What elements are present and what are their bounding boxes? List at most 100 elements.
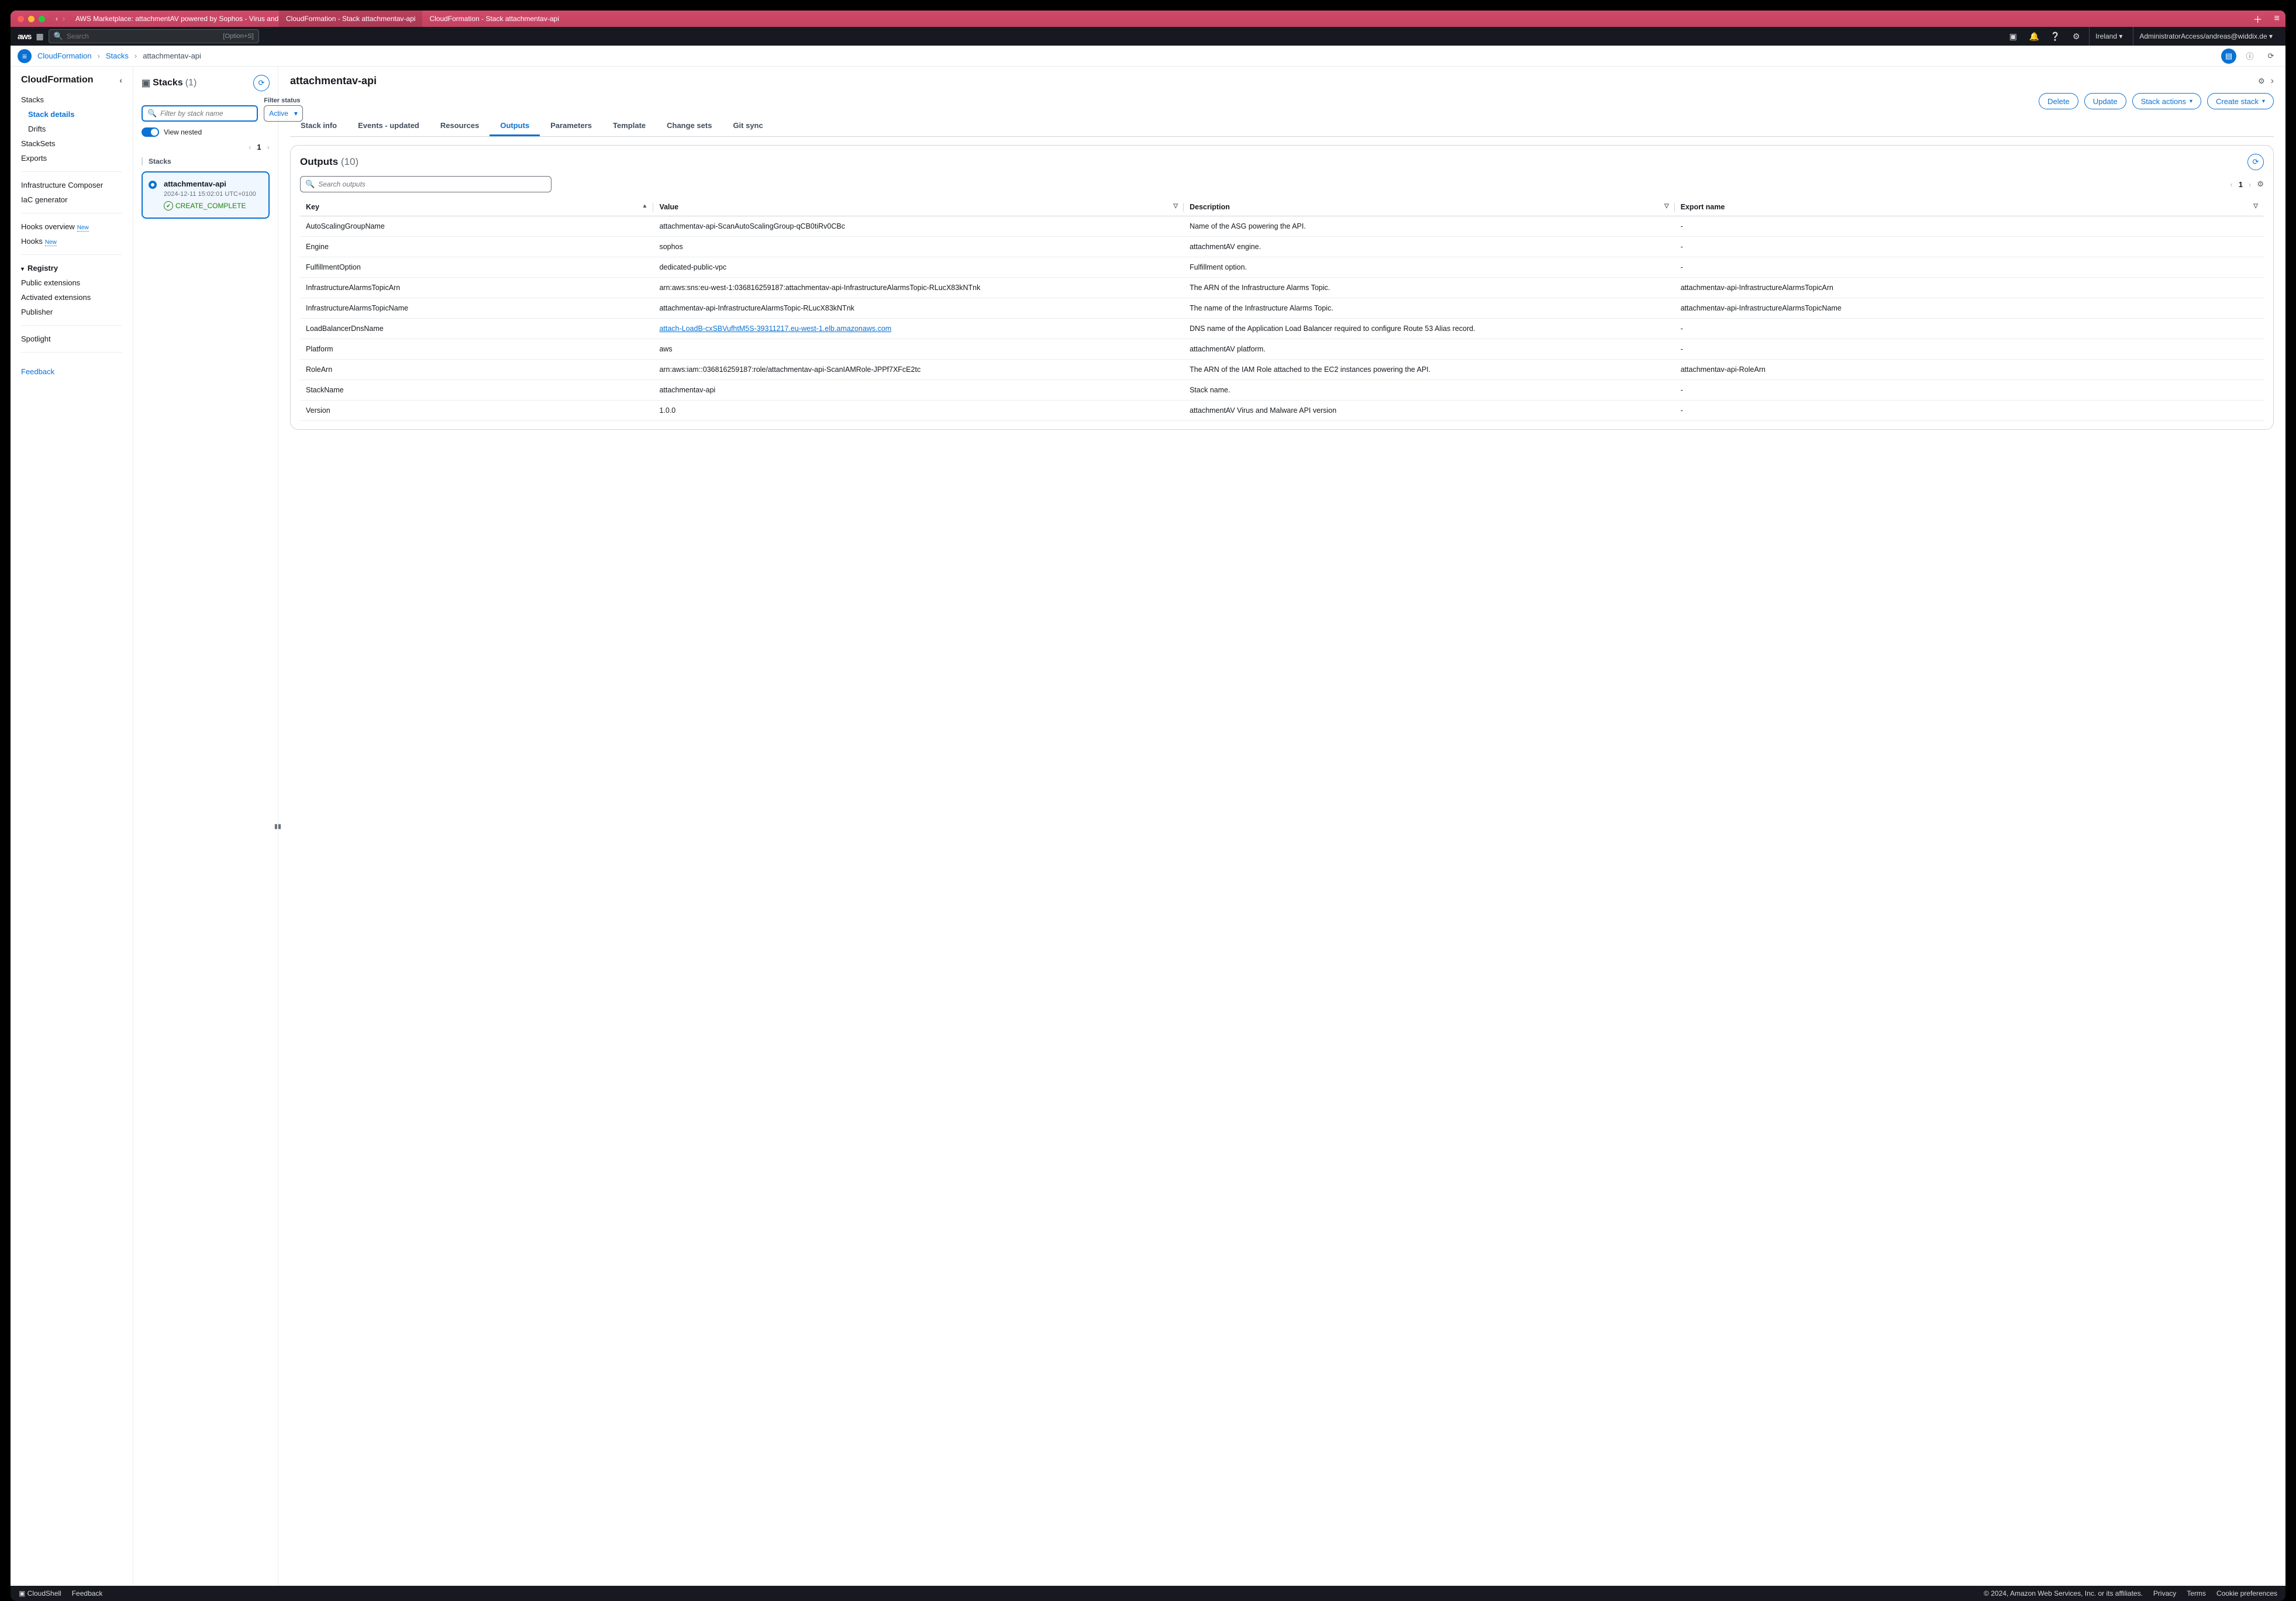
- refresh-icon[interactable]: ⟳: [2263, 51, 2278, 61]
- outputs-next-page[interactable]: ›: [2249, 180, 2251, 189]
- stack-list-item[interactable]: attachmentav-api 2024-12-11 15:02:01 UTC…: [142, 171, 270, 219]
- notifications-icon[interactable]: 🔔: [2026, 32, 2042, 42]
- refresh-button[interactable]: ⟳: [253, 75, 270, 91]
- tab-parameters[interactable]: Parameters: [540, 116, 602, 136]
- tab-git-sync[interactable]: Git sync: [722, 116, 773, 136]
- nav-publisher[interactable]: Publisher: [11, 305, 133, 319]
- aws-logo[interactable]: aws: [18, 32, 31, 41]
- next-page-button[interactable]: ›: [267, 143, 270, 151]
- global-search[interactable]: 🔍 [Option+S]: [49, 29, 259, 43]
- nav-exports[interactable]: Exports: [11, 151, 133, 165]
- collapse-nav-icon[interactable]: ‹: [119, 75, 122, 85]
- nav-hooks[interactable]: HooksNew: [11, 234, 133, 249]
- cell-value: arn:aws:iam::036816259187:role/attachmen…: [653, 360, 1184, 380]
- new-tab-button[interactable]: ＋: [2247, 12, 2269, 26]
- aws-top-nav: aws ▦ 🔍 [Option+S] ▣ 🔔 ❔ ⚙ Ireland ▾ Adm…: [11, 27, 2285, 46]
- outputs-refresh-button[interactable]: ⟳: [2247, 154, 2264, 170]
- browser-tab-active[interactable]: CloudFormation - Stack attachmentav-api: [279, 11, 422, 27]
- tab-resources[interactable]: Resources: [430, 116, 489, 136]
- cookie-preferences-link[interactable]: Cookie preferences: [2216, 1589, 2277, 1597]
- outputs-search[interactable]: 🔍: [300, 176, 551, 192]
- help-icon[interactable]: ❔: [2047, 32, 2063, 42]
- col-description[interactable]: Description▽: [1184, 198, 1675, 216]
- nav-stacksets[interactable]: StackSets: [11, 136, 133, 151]
- pane-splitter-handle[interactable]: ▮▮: [274, 823, 281, 830]
- cell-description: The ARN of the Infrastructure Alarms Top…: [1184, 278, 1675, 298]
- collapse-icon[interactable]: ▣: [142, 77, 150, 89]
- output-value-link[interactable]: attach-LoadB-cxSBVufhtM5S-39311217.eu-we…: [659, 325, 891, 333]
- tab-outputs[interactable]: Outputs: [489, 116, 540, 136]
- cell-key: LoadBalancerDnsName: [300, 319, 653, 339]
- footer-feedback-link[interactable]: Feedback: [72, 1589, 103, 1597]
- col-export-name[interactable]: Export name▽: [1675, 198, 2264, 216]
- col-value[interactable]: Value▽: [653, 198, 1184, 216]
- nav-section-registry[interactable]: Registry: [11, 261, 133, 275]
- tab-change-sets[interactable]: Change sets: [656, 116, 722, 136]
- copyright-text: © 2024, Amazon Web Services, Inc. or its…: [1984, 1589, 2143, 1597]
- chevron-right-icon: ›: [135, 51, 137, 60]
- outputs-settings-icon[interactable]: ⚙: [2257, 180, 2264, 189]
- account-selector[interactable]: AdministratorAccess/andreas@widdix.de ▾: [2133, 27, 2278, 46]
- nav-drifts[interactable]: Drifts: [11, 122, 133, 136]
- stack-item-name: attachmentav-api: [164, 180, 261, 188]
- region-selector[interactable]: Ireland ▾: [2089, 27, 2128, 46]
- cell-key: Platform: [300, 339, 653, 360]
- tab-template[interactable]: Template: [602, 116, 656, 136]
- breadcrumb-link[interactable]: CloudFormation: [37, 51, 92, 60]
- settings-icon[interactable]: ⚙: [2068, 32, 2084, 42]
- info-icon[interactable]: ⓘ: [2242, 50, 2257, 61]
- stack-filter-input-wrap[interactable]: 🔍: [142, 105, 258, 122]
- outputs-prev-page[interactable]: ‹: [2230, 180, 2232, 189]
- tab-events[interactable]: Events - updated: [347, 116, 430, 136]
- forward-button[interactable]: ›: [63, 15, 65, 23]
- cell-value: attachmentav-api-InfrastructureAlarmsTop…: [653, 298, 1184, 319]
- table-row: InfrastructureAlarmsTopicArnarn:aws:sns:…: [300, 278, 2264, 298]
- maximize-window-button[interactable]: [39, 16, 45, 22]
- col-key[interactable]: Key▲: [300, 198, 653, 216]
- create-stack-button[interactable]: Create stack▾: [2207, 93, 2274, 109]
- privacy-link[interactable]: Privacy: [2153, 1589, 2176, 1597]
- cell-description: Stack name.: [1184, 380, 1675, 401]
- stack-filter-input[interactable]: [160, 109, 252, 118]
- help-panel-icon[interactable]: ▤: [2221, 49, 2236, 64]
- outputs-count: (10): [341, 156, 358, 167]
- breadcrumb-link[interactable]: Stacks: [106, 51, 129, 60]
- search-icon: 🔍: [54, 32, 63, 41]
- close-window-button[interactable]: [18, 16, 24, 22]
- cloudshell-link[interactable]: CloudShell: [19, 1589, 61, 1597]
- nav-spotlight[interactable]: Spotlight: [11, 332, 133, 346]
- nav-stacks[interactable]: Stacks: [11, 92, 133, 107]
- nav-feedback[interactable]: Feedback: [11, 364, 133, 379]
- back-button[interactable]: ‹: [56, 15, 58, 23]
- nav-infrastructure-composer[interactable]: Infrastructure Composer: [11, 178, 133, 192]
- stack-detail-pane: attachmentav-api ⚙ › Delete Update Stack…: [278, 67, 2285, 1586]
- nav-iac-generator[interactable]: IaC generator: [11, 192, 133, 207]
- stack-radio-selected[interactable]: [149, 181, 157, 189]
- nav-public-extensions[interactable]: Public extensions: [11, 275, 133, 290]
- cell-export-name: -: [1675, 237, 2264, 257]
- cell-export-name: -: [1675, 319, 2264, 339]
- nav-stack-details[interactable]: Stack details: [11, 107, 133, 122]
- browser-tab[interactable]: CloudFormation - Stack attachmentav-api: [422, 11, 566, 27]
- services-menu-icon[interactable]: ▦: [36, 32, 43, 42]
- filter-status-select[interactable]: Active: [264, 105, 303, 122]
- nav-activated-extensions[interactable]: Activated extensions: [11, 290, 133, 305]
- browser-tab[interactable]: AWS Marketplace: attachmentAV powered by…: [68, 11, 279, 27]
- delete-button[interactable]: Delete: [2039, 93, 2078, 109]
- outputs-search-input[interactable]: [318, 180, 546, 188]
- terms-link[interactable]: Terms: [2187, 1589, 2206, 1597]
- global-search-input[interactable]: [67, 32, 220, 40]
- stack-actions-button[interactable]: Stack actions▾: [2132, 93, 2201, 109]
- cloudshell-icon[interactable]: ▣: [2005, 32, 2021, 42]
- cell-description: attachmentAV engine.: [1184, 237, 1675, 257]
- browser-menu-button[interactable]: ≡: [2269, 13, 2285, 24]
- toggle-nav-button[interactable]: ≡: [18, 49, 32, 63]
- prev-page-button[interactable]: ‹: [249, 143, 251, 151]
- update-button[interactable]: Update: [2084, 93, 2126, 109]
- sort-icon: ▽: [1173, 203, 1178, 209]
- expand-pane-icon[interactable]: ›: [2271, 76, 2274, 87]
- cell-description: The name of the Infrastructure Alarms To…: [1184, 298, 1675, 319]
- view-nested-toggle[interactable]: [142, 127, 159, 137]
- minimize-window-button[interactable]: [28, 16, 35, 22]
- nav-hooks-overview[interactable]: Hooks overviewNew: [11, 219, 133, 234]
